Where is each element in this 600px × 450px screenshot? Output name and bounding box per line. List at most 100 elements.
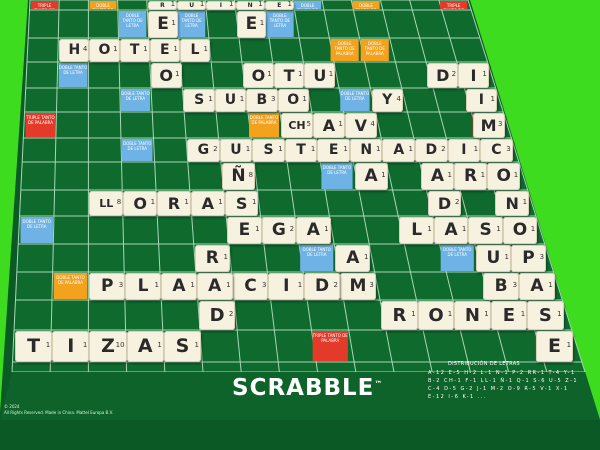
letter-tile[interactable]: E1 (317, 139, 350, 162)
letter-tile[interactable]: S1 (224, 191, 259, 216)
letter-tile[interactable]: A1 (354, 163, 388, 190)
letter-tile[interactable]: E1 (535, 331, 574, 362)
letter-tile[interactable]: A1 (335, 245, 371, 272)
letter-tile[interactable]: Z 10 (89, 331, 127, 362)
letter-tile[interactable]: M3 (472, 113, 505, 138)
tile-points: 8 (116, 198, 122, 206)
letter-tile[interactable]: A1 (382, 139, 416, 162)
letter-tile[interactable]: C3 (232, 273, 269, 300)
letter-tile[interactable]: S1 (527, 301, 564, 330)
letter-tile[interactable]: E1 (264, 0, 294, 10)
letter-tile[interactable]: S1 (183, 89, 215, 112)
letter-tile[interactable]: R1 (381, 301, 418, 330)
letter-tile[interactable]: U1 (214, 89, 247, 112)
letter-tile[interactable]: T1 (284, 139, 318, 162)
letter-tile[interactable]: U1 (475, 245, 511, 272)
letter-tile[interactable]: A1 (161, 273, 197, 300)
letter-tile[interactable]: Ñ8 (221, 163, 256, 190)
letter-tile[interactable]: N1 (235, 0, 265, 10)
letter-tile[interactable]: E1 (236, 11, 267, 38)
tile-points: 1 (473, 145, 479, 153)
tile-points: 1 (184, 198, 189, 206)
tile-points: 1 (157, 341, 162, 349)
letter-tile[interactable]: G2 (187, 139, 220, 162)
letter-tile[interactable]: A1 (296, 217, 331, 244)
letter-tile[interactable]: L1 (179, 39, 210, 62)
letter-tile[interactable]: B3 (483, 273, 520, 300)
letter-tile[interactable]: D2 (304, 273, 341, 300)
letter-tile[interactable]: S1 (163, 331, 202, 362)
letter-tile[interactable]: O1 (487, 163, 521, 190)
letter-tile[interactable]: T1 (119, 39, 150, 62)
letter-tile[interactable]: D2 (427, 63, 459, 88)
letter-tile[interactable]: R1 (157, 191, 191, 216)
letter-tile[interactable]: C3 (480, 139, 513, 162)
tile-points: 1 (447, 171, 452, 179)
letter-tile[interactable]: S1 (252, 139, 285, 162)
letter-tile[interactable]: O1 (502, 217, 538, 244)
letter-tile[interactable]: A1 (433, 217, 469, 244)
letter-tile[interactable]: V4 (344, 113, 377, 138)
tile-points: 1 (484, 310, 489, 318)
premium-label-dw: DOBLE TANTO DE PALABRA (93, 3, 113, 9)
tile-points: 4 (82, 45, 88, 53)
letter-tile[interactable]: E1 (149, 39, 180, 62)
letter-tile[interactable]: E1 (227, 217, 262, 244)
letter-tile[interactable]: L1 (125, 273, 161, 300)
letter-tile[interactable]: O1 (89, 39, 120, 62)
letter-tile[interactable]: A1 (126, 331, 164, 362)
premium-label-dl: DOBLE TANTO DE LETRA (181, 13, 202, 28)
letter-tile[interactable]: D2 (415, 139, 448, 162)
letter-tile[interactable]: A1 (312, 113, 345, 138)
letter-tile[interactable]: T1 (273, 63, 305, 88)
tile-points: 1 (375, 145, 381, 153)
letter-tile[interactable]: I1 (458, 63, 489, 88)
tile-points: 3 (118, 281, 124, 289)
tile-points: 1 (143, 45, 148, 53)
letter-tile[interactable]: O1 (277, 89, 309, 112)
letter-tile[interactable]: S1 (468, 217, 503, 244)
letter-tile[interactable]: P3 (89, 273, 126, 300)
letter-tile[interactable]: N1 (495, 191, 530, 216)
letter-tile[interactable]: O1 (243, 63, 274, 88)
letter-tile[interactable]: N1 (349, 139, 383, 162)
letter-tile[interactable]: E1 (490, 301, 528, 330)
letter-tile[interactable]: O1 (123, 191, 158, 216)
letter-tile[interactable]: H4 (59, 39, 90, 62)
letter-tile[interactable]: U1 (177, 0, 207, 10)
tile-points: 1 (302, 95, 307, 103)
letter-tile[interactable]: CH 5 (281, 113, 313, 138)
letter-tile[interactable]: I1 (52, 331, 90, 362)
letter-tile[interactable]: T1 (14, 331, 53, 362)
letter-tile[interactable]: R1 (194, 245, 230, 272)
letter-tile[interactable]: A1 (190, 191, 225, 216)
letter-tile[interactable]: O1 (417, 301, 455, 330)
tile-points: 3 (369, 281, 374, 289)
letter-tile[interactable]: O1 (150, 63, 182, 88)
letter-tile[interactable]: R1 (453, 163, 488, 190)
letter-tile[interactable]: N1 (454, 301, 491, 330)
letter-tile[interactable]: D2 (198, 301, 236, 330)
letter-tile[interactable]: I1 (465, 89, 497, 112)
letter-tile[interactable]: R1 (147, 0, 178, 10)
tile-points: 1 (461, 225, 467, 233)
letter-tile[interactable]: B3 (246, 89, 278, 112)
letter-tile[interactable]: E1 (148, 11, 178, 38)
letter-tile[interactable]: L1 (399, 217, 434, 244)
letter-tile[interactable]: U1 (304, 63, 336, 88)
tile-points: 1 (175, 70, 180, 78)
letter-tile[interactable]: I1 (447, 139, 481, 162)
letter-tile[interactable]: A1 (196, 273, 233, 300)
premium-label-dw: DOBLE TANTO DE PALABRA (249, 115, 279, 125)
letter-tile[interactable]: U1 (219, 139, 253, 162)
letter-tile[interactable]: D2 (427, 191, 462, 216)
letter-tile[interactable]: M3 (340, 273, 376, 300)
letter-tile[interactable]: LL 8 (89, 191, 124, 216)
letter-tile[interactable]: I1 (268, 273, 305, 300)
letter-tile[interactable]: G2 (261, 217, 297, 244)
letter-tile[interactable]: P3 (510, 245, 547, 272)
letter-tile[interactable]: Y4 (371, 89, 403, 112)
letter-tile[interactable]: A1 (519, 273, 555, 300)
letter-tile[interactable]: A1 (420, 163, 454, 190)
letter-tile[interactable]: I1 (206, 0, 236, 10)
